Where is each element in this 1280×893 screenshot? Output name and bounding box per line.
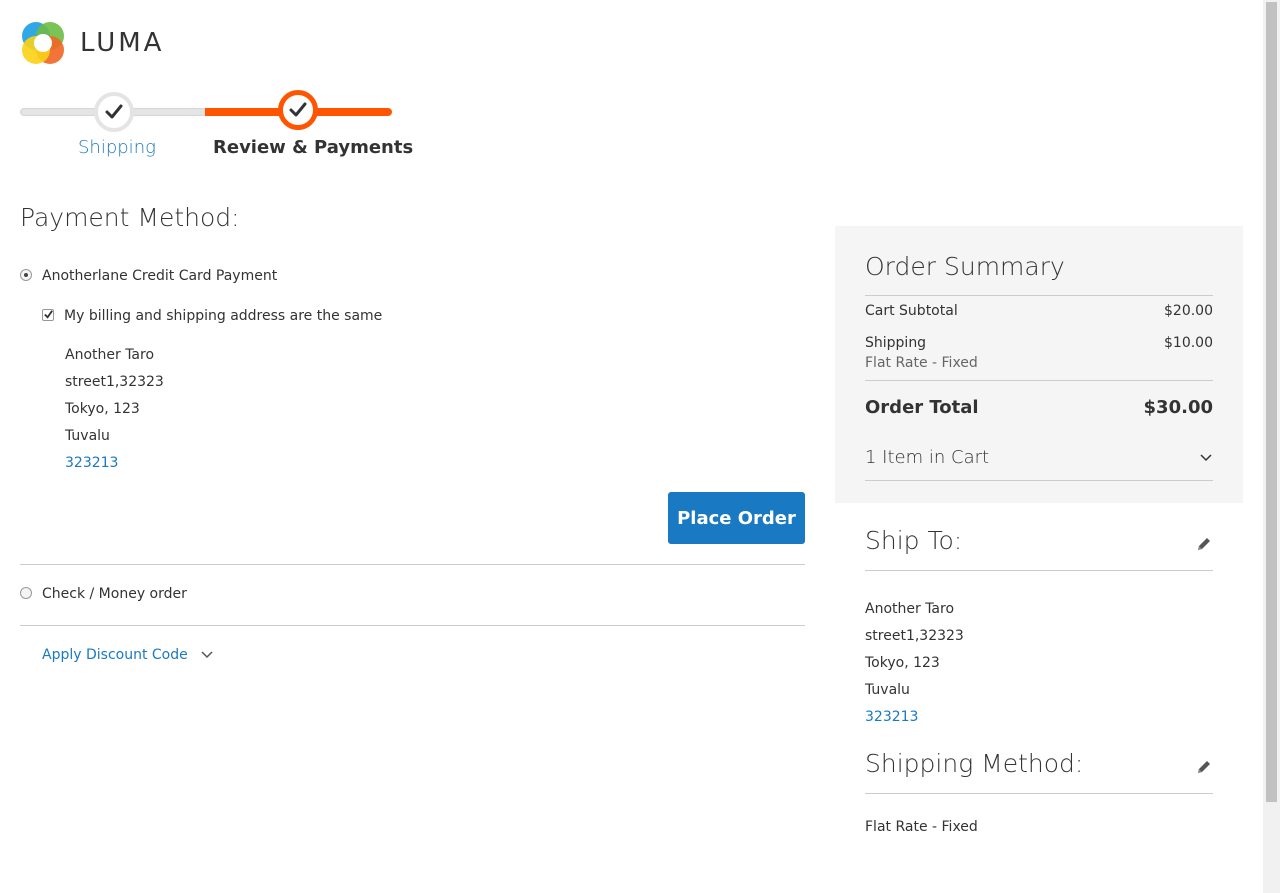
option-credit-card-label[interactable]: Anotherlane Credit Card Payment — [42, 268, 277, 284]
logo-text: LUMA — [80, 28, 165, 58]
payment-method-title: Payment Method: — [20, 203, 240, 232]
ship-name: Another Taro — [865, 601, 955, 617]
scrollbar-thumb[interactable] — [1266, 2, 1277, 802]
edit-pencil-icon[interactable] — [1196, 536, 1212, 552]
billing-address: Another Taro street1,32323 Tokyo, 123 Tu… — [65, 342, 164, 477]
check-icon — [289, 102, 307, 117]
billing-name: Another Taro — [65, 347, 155, 363]
place-order-button[interactable]: Place Order — [668, 492, 805, 544]
radio-credit-card[interactable] — [20, 269, 32, 281]
order-summary: Order Summary Cart Subtotal $20.00 Shipp… — [835, 226, 1243, 503]
check-icon — [105, 104, 123, 119]
billing-country: Tuvalu — [65, 428, 110, 444]
option-check-money-order-label[interactable]: Check / Money order — [42, 586, 187, 602]
shipping-row: Shipping $10.00 — [865, 335, 1213, 351]
shipping-value: $10.00 — [1164, 335, 1213, 351]
page-scrollbar[interactable] — [1263, 0, 1280, 893]
step-shipping-link[interactable]: Shipping — [78, 137, 156, 158]
divider — [865, 480, 1213, 481]
order-total-value: $30.00 — [1143, 397, 1213, 418]
ship-city: Tokyo, 123 — [865, 655, 940, 671]
subtotal-label: Cart Subtotal — [865, 303, 958, 319]
divider — [865, 793, 1213, 794]
luma-logo-icon — [22, 22, 64, 64]
divider — [20, 625, 805, 626]
same-address-checkbox[interactable] — [42, 309, 54, 321]
order-total-row: Order Total $30.00 — [865, 397, 1213, 418]
shipping-method-title: Shipping Method: — [865, 749, 1084, 778]
ship-to-address: Another Taro street1,32323 Tokyo, 123 Tu… — [865, 596, 964, 731]
shipping-label: Shipping — [865, 335, 927, 351]
divider — [865, 380, 1213, 381]
step-review-label: Review & Payments — [213, 137, 414, 158]
shipping-method-value: Flat Rate - Fixed — [865, 819, 978, 835]
step-shipping-circle[interactable] — [94, 92, 134, 132]
divider — [20, 564, 805, 565]
apply-discount-toggle[interactable]: Apply Discount Code — [42, 647, 214, 663]
checkmark-icon — [44, 310, 53, 319]
chevron-down-icon — [201, 651, 213, 659]
luma-logo[interactable]: LUMA — [20, 20, 164, 66]
billing-street: street1,32323 — [65, 374, 164, 390]
edit-pencil-icon[interactable] — [1196, 759, 1212, 775]
items-in-cart-label: 1 Item in Cart — [865, 447, 990, 468]
items-in-cart-toggle[interactable]: 1 Item in Cart — [865, 447, 1213, 468]
ship-country: Tuvalu — [865, 682, 910, 698]
ship-to-title: Ship To: — [865, 526, 963, 555]
ship-phone-link[interactable]: 323213 — [865, 704, 964, 731]
subtotal-value: $20.00 — [1164, 303, 1213, 319]
ship-street: street1,32323 — [865, 628, 964, 644]
checkout-progress: Shipping Review & Payments — [20, 90, 413, 170]
apply-discount-label: Apply Discount Code — [42, 647, 188, 663]
billing-city: Tokyo, 123 — [65, 401, 140, 417]
same-address-label[interactable]: My billing and shipping address are the … — [64, 308, 382, 324]
radio-check-money-order[interactable] — [20, 587, 32, 599]
order-summary-title: Order Summary — [865, 252, 1065, 281]
chevron-down-icon — [1200, 454, 1212, 462]
divider — [865, 295, 1213, 296]
billing-phone-link[interactable]: 323213 — [65, 450, 164, 477]
shipping-method-sub: Flat Rate - Fixed — [865, 355, 978, 371]
divider — [865, 570, 1213, 571]
step-review-circle — [278, 90, 318, 130]
order-total-label: Order Total — [865, 397, 979, 418]
subtotal-row: Cart Subtotal $20.00 — [865, 303, 1213, 319]
